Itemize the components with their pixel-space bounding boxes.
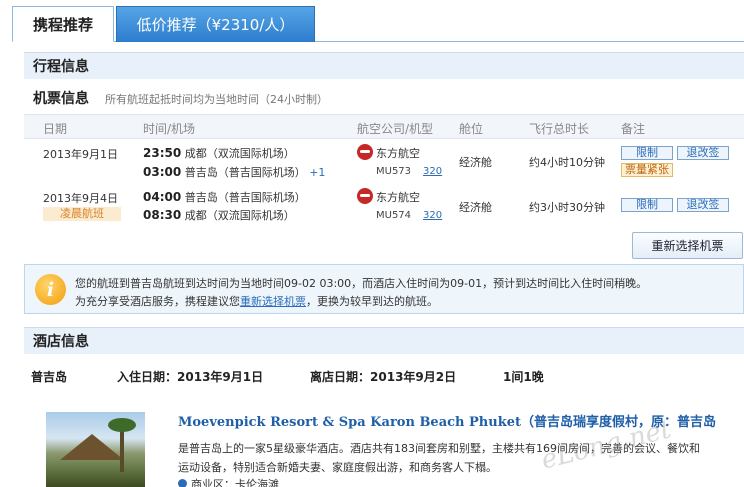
info-icon: i: [35, 274, 66, 305]
tab-lowprice-recommend[interactable]: 低价推荐（¥2310/人）: [116, 6, 315, 42]
arr-time: 03:00: [143, 165, 182, 179]
checkin-date: 入住日期：2013年9月1日: [117, 368, 263, 385]
col-cabin: 舱位: [459, 122, 484, 136]
ticket-title: 机票信息: [33, 91, 89, 107]
hotel-city: 普吉岛: [31, 370, 68, 384]
checkout-value: 2013年9月2日: [370, 370, 457, 384]
reselect-ticket-button[interactable]: 重新选择机票: [632, 232, 743, 259]
arr-airport: 普吉岛（普吉国际机场）: [184, 166, 306, 179]
room-nights: 1间1晚: [503, 370, 544, 384]
ticket-time-note: 所有航班起抵时间均为当地时间（24小时制）: [105, 93, 328, 106]
restriction-button[interactable]: 限制: [621, 146, 673, 160]
checkin-label: 入住日期：: [117, 370, 178, 384]
checkout-label: 离店日期：: [310, 370, 371, 384]
flight-table-header: 日期 时间/机场 航空公司/机型 舱位 飞行总时长 备注: [24, 114, 744, 139]
location-pin-icon: [176, 477, 189, 487]
checkin-value: 2013年9月1日: [177, 370, 264, 384]
plane-type-link[interactable]: 320: [423, 210, 442, 221]
low-stock-badge: 票量紧张: [621, 163, 673, 177]
flight-duration: 约3小时30分钟: [529, 201, 605, 214]
airline-name: 东方航空: [376, 147, 420, 160]
flight-duration: 约4小时10分钟: [529, 156, 605, 169]
cabin-class: 经济舱: [459, 201, 492, 214]
dep-time: 04:00: [143, 190, 182, 204]
plus-day: +1: [309, 166, 326, 179]
flight-model: MU574 320: [376, 208, 442, 221]
china-eastern-logo-icon: [357, 188, 373, 204]
col-duration: 飞行总时长: [529, 122, 590, 136]
palm-leaves-shape: [108, 418, 136, 432]
arr-info: 08:30 成都（双流国际机场）: [143, 207, 295, 223]
airline-name: 东方航空: [376, 191, 420, 204]
hotel-area-text: 商业区：卡伦海滩: [191, 478, 279, 487]
col-date: 日期: [43, 122, 68, 136]
flight-no: MU574: [376, 210, 412, 221]
dep-time: 23:50: [143, 146, 182, 160]
arr-time: 08:30: [143, 208, 182, 222]
itinerary-section-title: 行程信息: [24, 52, 744, 79]
hotel-photo[interactable]: [46, 412, 145, 487]
dep-info: 04:00 普吉岛（普吉国际机场）: [143, 189, 306, 205]
dep-info: 23:50 成都（双流国际机场）: [143, 145, 295, 161]
flight-model: MU573 320: [376, 164, 442, 177]
refund-change-button[interactable]: 退改签: [677, 146, 729, 160]
cabin-class: 经济舱: [459, 156, 492, 169]
china-eastern-logo-icon: [357, 144, 373, 160]
hotel-roof-shape: [60, 434, 124, 460]
tab-bar: 携程推荐 低价推荐（¥2310/人）: [12, 6, 744, 42]
flight-date: 2013年9月4日: [43, 192, 118, 205]
early-morning-badge: 凌晨航班: [43, 207, 121, 221]
notice-suggestion: 为充分享受酒店服务，携程建议您重新选择机票，更换为较早到达的航班。: [75, 293, 438, 309]
arr-airport: 成都（双流国际机场）: [184, 209, 295, 222]
hotel-section-title: 酒店信息: [24, 327, 744, 354]
restriction-button[interactable]: 限制: [621, 198, 673, 212]
refund-change-button[interactable]: 退改签: [677, 198, 729, 212]
hotel-description-2: 运动设备，特别适合新婚夫妻、家庭度假出游，和商务客人下榻。: [178, 461, 497, 474]
flight-date: 2013年9月1日: [43, 148, 118, 161]
notice-text-pre: 为充分享受酒店服务，携程建议您: [75, 295, 240, 308]
flight-no: MU573: [376, 166, 412, 177]
arrival-notice: i 您的航班到普吉岛航班到达时间为当地时间09-02 03:00，而酒店入住时间…: [24, 264, 744, 314]
notice-text: 您的航班到普吉岛航班到达时间为当地时间09-02 03:00，而酒店入住时间为0…: [75, 277, 648, 290]
notice-text-post: ，更换为较早到达的航班。: [306, 295, 438, 308]
hotel-area: 商业区：卡伦海滩: [176, 476, 279, 487]
plane-type-link[interactable]: 320: [423, 166, 442, 177]
col-remark: 备注: [621, 122, 646, 136]
arr-info: 03:00 普吉岛（普吉国际机场） +1: [143, 164, 325, 180]
col-airline: 航空公司/机型: [357, 122, 434, 136]
ticket-header: 机票信息 所有航班起抵时间均为当地时间（24小时制）: [33, 88, 328, 108]
checkout-date: 离店日期：2013年9月2日: [310, 368, 456, 385]
reselect-ticket-link[interactable]: 重新选择机票: [240, 295, 306, 308]
col-time-airport: 时间/机场: [143, 122, 196, 136]
dep-airport: 成都（双流国际机场）: [184, 147, 295, 160]
dep-airport: 普吉岛（普吉国际机场）: [184, 191, 306, 204]
tab-ctrip-recommend[interactable]: 携程推荐: [12, 6, 114, 42]
